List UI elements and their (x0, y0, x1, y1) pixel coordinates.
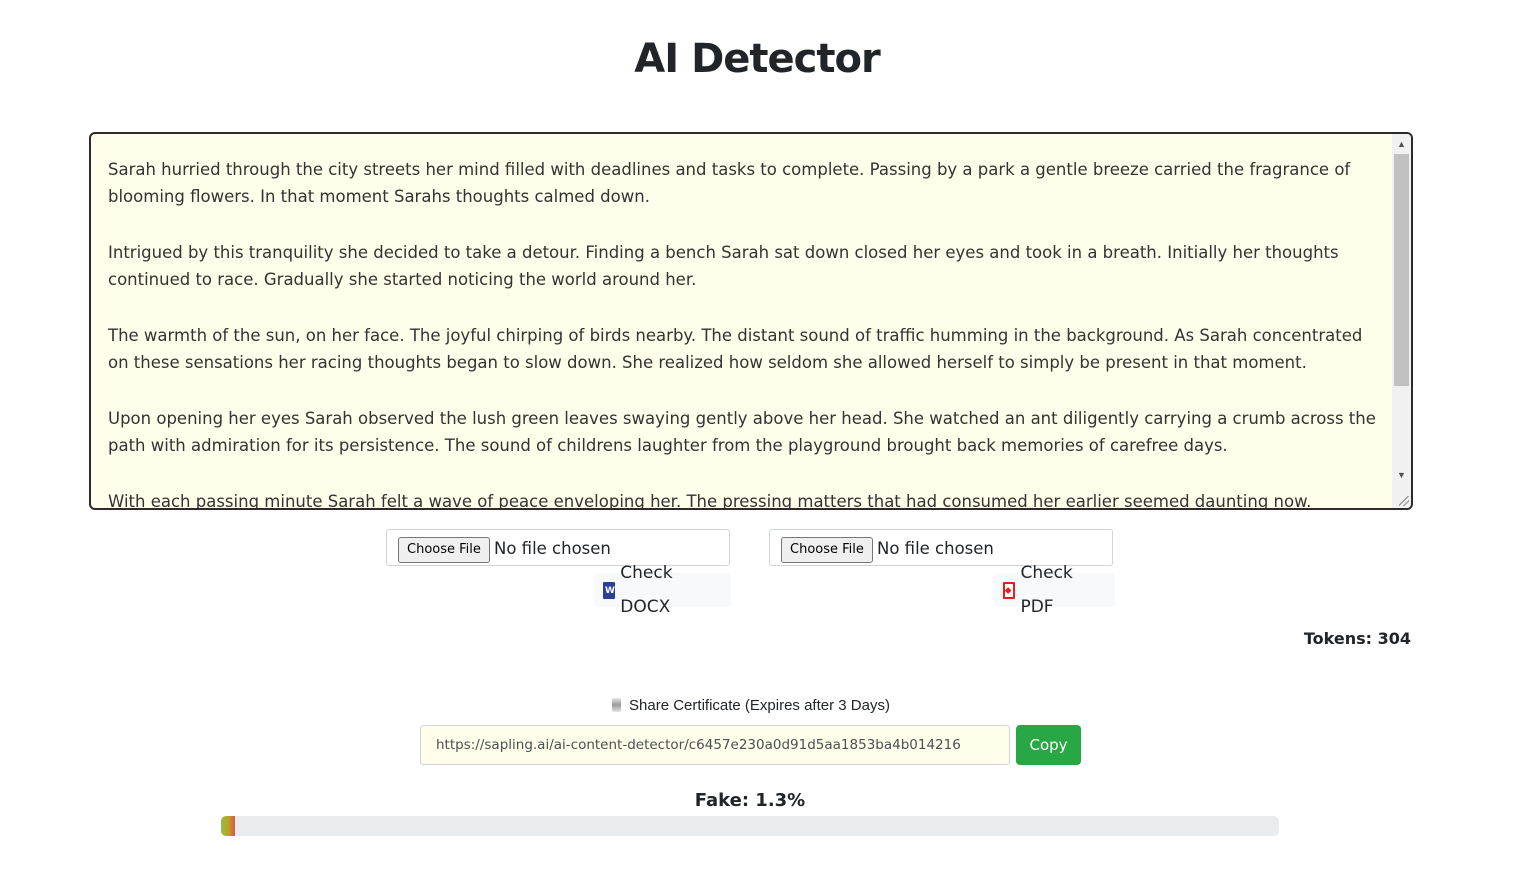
scroll-down-arrow-icon[interactable]: ▼ (1392, 467, 1411, 484)
share-certificate-text: Share Certificate (Expires after 3 Days) (629, 697, 890, 714)
check-docx-button[interactable]: W Check DOCX (594, 563, 731, 617)
paragraph: Sarah hurried through the city streets h… (108, 160, 1351, 206)
share-url-input[interactable]: https://sapling.ai/ai-content-detector/c… (420, 725, 1010, 765)
copy-button[interactable]: Copy (1016, 725, 1081, 765)
docx-file-status: No file chosen (494, 539, 611, 558)
check-docx-label: Check DOCX (620, 563, 673, 617)
check-pdf-label: Check PDF (1020, 563, 1073, 617)
word-icon: W (603, 581, 616, 599)
scroll-up-arrow-icon[interactable]: ▲ (1392, 136, 1411, 153)
paragraph: Upon opening her eyes Sarah observed the… (108, 409, 1376, 455)
fake-score-progress-fill (221, 816, 235, 836)
paragraph: With each passing minute Sarah felt a wa… (108, 492, 1312, 510)
pdf-file-status: No file chosen (877, 539, 994, 558)
text-input-area[interactable]: Sarah hurried through the city streets h… (89, 132, 1413, 510)
docx-choose-file-button[interactable]: Choose File (398, 537, 490, 563)
pdf-icon: ⬥ (1003, 581, 1016, 599)
scroll-icon (612, 698, 622, 712)
editor-scrollbar[interactable]: ▲ ▼ (1392, 134, 1411, 508)
check-pdf-button[interactable]: ⬥ Check PDF (994, 563, 1115, 617)
editor-text[interactable]: Sarah hurried through the city streets h… (108, 156, 1378, 510)
token-count: Tokens: 304 (1303, 629, 1411, 648)
page-title: AI Detector (634, 36, 880, 82)
paragraph: Intrigued by this tranquility she decide… (108, 243, 1339, 289)
scrollbar-thumb[interactable] (1394, 154, 1409, 386)
fake-score-progress-bar (221, 816, 1279, 836)
pdf-choose-file-button[interactable]: Choose File (781, 537, 873, 563)
fake-score-label: Fake: 1.3% (694, 790, 806, 811)
paragraph: The warmth of the sun, on her face. The … (108, 326, 1363, 372)
share-certificate-label: Share Certificate (Expires after 3 Days) (0, 697, 1502, 714)
resize-handle-icon[interactable] (1399, 496, 1409, 506)
